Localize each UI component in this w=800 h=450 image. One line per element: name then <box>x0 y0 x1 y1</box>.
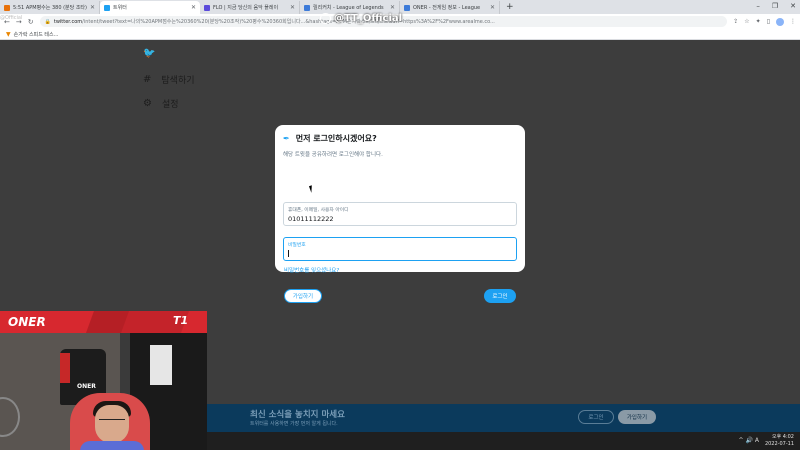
browser-tab-2[interactable]: 트위터 ✕ <box>100 1 200 14</box>
stream-tag: @Official <box>0 15 23 21</box>
watermark-text: @TT_Official <box>334 13 403 24</box>
close-tab-icon[interactable]: ✕ <box>290 4 295 11</box>
browser-tab-5[interactable]: ONER - 전게임 정보 - League ✕ <box>400 1 500 14</box>
twitter-bird-icon[interactable]: 🐦 <box>143 48 155 59</box>
profile-avatar[interactable] <box>776 17 784 26</box>
star-icon[interactable]: ☆ <box>744 18 749 26</box>
sidebar-item-settings[interactable]: ⚙ 설정 <box>143 97 179 110</box>
jersey-text: ONER <box>77 383 96 390</box>
tab-title: ONER - 전게임 정보 - League <box>413 5 481 11</box>
text-caret <box>288 250 289 257</box>
browser-tab-strip: 5:51 APM평수는 380 (분당 조타) ✕ 트위터 ✕ FLO | 지금… <box>0 0 800 14</box>
webcam-nameplate: ONER T1 <box>0 311 207 333</box>
sidebar-item-explore[interactable]: # 탐색하기 <box>143 73 195 86</box>
maximize-button[interactable]: ❐ <box>772 0 778 13</box>
webcam-video: ONER <box>0 333 207 450</box>
password-field[interactable]: 비밀번호 <box>283 237 517 261</box>
glasses <box>99 419 125 425</box>
share-icon[interactable]: ⇪ <box>733 18 738 26</box>
watermark-logo-icon <box>320 13 331 24</box>
twitter-favicon-icon <box>104 4 110 11</box>
webcam-overlay: ONER T1 ONER <box>0 311 207 450</box>
close-tab-icon[interactable]: ✕ <box>390 4 395 11</box>
reload-icon[interactable]: ↻ <box>28 18 34 26</box>
minimize-button[interactable]: – <box>756 0 760 13</box>
close-window-button[interactable]: ✕ <box>790 0 796 13</box>
username-field[interactable]: 휴대폰, 이메일, 사용자 아이디 01011112222 <box>283 202 517 226</box>
close-tab-icon[interactable]: ✕ <box>490 4 495 11</box>
system-tray: ^ 🔊 A 오후 4:02 2022-07-11 <box>739 434 794 447</box>
tab-favicon-icon <box>304 4 310 11</box>
tab-favicon-icon <box>204 4 210 11</box>
tab-title: 5:51 APM평수는 380 (분당 조타) <box>13 5 87 11</box>
signup-button[interactable]: 가입하기 <box>284 289 322 303</box>
browser-tab-1[interactable]: 5:51 APM평수는 380 (분당 조타) ✕ <box>0 1 100 14</box>
bookmark-favicon-icon: ▼ <box>6 30 11 38</box>
new-tab-button[interactable]: + <box>506 1 514 14</box>
gear-icon: ⚙ <box>143 98 152 109</box>
login-button[interactable]: 로그인 <box>484 289 516 303</box>
username-label: 휴대폰, 이메일, 사용자 아이디 <box>288 208 349 213</box>
tab-favicon-icon <box>404 4 410 11</box>
sidebar-item-label: 설정 <box>161 100 179 110</box>
username-value: 01011112222 <box>288 215 334 223</box>
screen: 5:51 APM평수는 380 (분당 조타) ✕ 트위터 ✕ FLO | 지금… <box>0 0 800 450</box>
tab-title: 릴리커치 - League of Legends <box>313 5 384 11</box>
url-path: /intent/tweet?text=나의%20APM점수는%20360%20(… <box>82 19 495 25</box>
tab-title: FLO | 지금 당신의 음악 플레이 <box>213 5 279 11</box>
hashtag-icon: # <box>143 74 152 85</box>
extensions-icon[interactable]: ✦ <box>756 18 761 26</box>
bookmark-item[interactable]: 손가락 스피드 테스... <box>14 31 59 38</box>
tray-icons[interactable]: ^ 🔊 A <box>739 437 759 444</box>
modal-subtitle: 해당 트윗을 공유하려면 로그인해야 합니다. <box>283 152 383 158</box>
banner-title: 최신 소식을 놓치지 마세요 <box>250 410 345 420</box>
close-tab-icon[interactable]: ✕ <box>191 4 196 11</box>
password-label: 비밀번호 <box>288 243 306 248</box>
mouse-cursor-icon <box>308 184 318 193</box>
jersey-stripe <box>60 353 70 383</box>
extension-icons: ⇪ ☆ ✦ ▯ ⋮ <box>733 17 796 26</box>
url-host: twitter.com <box>53 18 83 25</box>
banner-login-button[interactable]: 로그인 <box>578 410 614 424</box>
menu-icon[interactable]: ⋮ <box>790 18 796 26</box>
modal-header: ✒ 먼저 로그인하시겠어요? <box>283 133 517 144</box>
stream-watermark: @TT_Official <box>320 13 402 24</box>
person-shirt <box>80 441 144 450</box>
banner-subtitle: 트위터를 사용하면 가장 먼저 알게 됩니다. <box>250 421 338 427</box>
lock-icon: 🔒 <box>44 18 51 25</box>
streamer-name: ONER <box>8 315 46 329</box>
twitter-feather-icon: ✒ <box>283 134 290 143</box>
sidebar-icon[interactable]: ▯ <box>767 18 770 26</box>
tab-title: 트위터 <box>113 5 127 11</box>
clock[interactable]: 오후 4:02 2022-07-11 <box>765 434 794 447</box>
close-tab-icon[interactable]: ✕ <box>90 4 95 11</box>
t1-logo: T1 <box>173 314 189 327</box>
forgot-password-link[interactable]: 비밀번호를 잊으셨나요? <box>284 266 339 274</box>
tab-favicon-icon <box>4 4 10 11</box>
sidebar-item-label: 탐색하기 <box>161 76 195 86</box>
window-controls: – ❐ ✕ <box>756 0 796 13</box>
clock-date: 2022-07-11 <box>764 440 794 447</box>
banner-signup-button[interactable]: 가입하기 <box>618 410 656 424</box>
modal-title: 먼저 로그인하시겠어요? <box>295 134 377 143</box>
browser-tab-3[interactable]: FLO | 지금 당신의 음악 플레이 ✕ <box>200 1 300 14</box>
bookmarks-bar: ▼ 손가락 스피드 테스... <box>0 29 800 40</box>
login-modal: ✒ 먼저 로그인하시겠어요? 해당 트윗을 공유하려면 로그인해야 합니다. 휴… <box>275 125 525 303</box>
wall-poster <box>150 345 172 385</box>
